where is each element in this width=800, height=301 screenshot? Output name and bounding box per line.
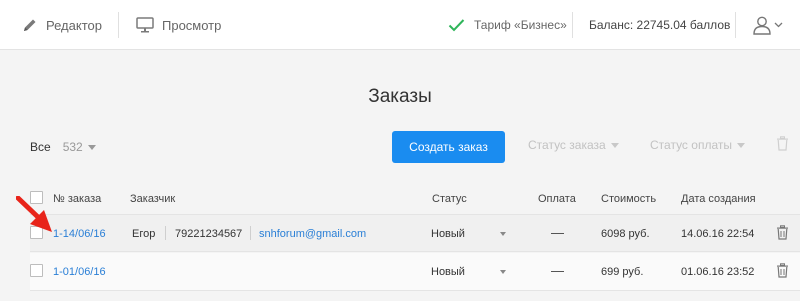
editor-label: Редактор [46, 17, 102, 33]
column-created[interactable]: Дата создания [681, 193, 756, 205]
chevron-down-icon [736, 142, 745, 148]
divider [118, 12, 119, 38]
user-menu[interactable] [752, 0, 783, 50]
order-price: 6098 руб. [601, 228, 650, 240]
table-row[interactable]: 1-14/06/16 Егор 79221234567 snhforum@gma… [30, 214, 800, 252]
divider [165, 226, 166, 240]
order-price: 699 руб. [601, 266, 644, 278]
user-icon [752, 15, 772, 35]
payment-status-dropdown[interactable]: Статус оплаты [650, 138, 745, 152]
table-row[interactable]: 1-01/06/16 Новый 699 руб. 01.06.16 23:52 [30, 253, 800, 291]
order-status-label: Статус заказа [528, 138, 606, 152]
table-header: № заказа Заказчик Статус Оплата Стоимост… [0, 180, 800, 216]
annotation-arrow-icon [15, 195, 58, 241]
column-price[interactable]: Стоимость [601, 193, 656, 205]
editor-button[interactable]: Редактор [22, 0, 102, 50]
order-number-link[interactable]: 1-14/06/16 [53, 228, 106, 240]
column-status[interactable]: Статус [432, 193, 467, 205]
chevron-down-icon [774, 22, 783, 28]
preview-button[interactable]: Просмотр [136, 0, 221, 50]
column-number[interactable]: № заказа [53, 193, 101, 205]
check-icon [448, 18, 465, 32]
customer-name: Егор [132, 228, 156, 240]
payment-status [551, 233, 564, 234]
divider [250, 226, 251, 240]
monitor-icon [136, 17, 154, 33]
divider [735, 12, 736, 38]
preview-label: Просмотр [162, 17, 222, 33]
order-status-dropdown[interactable]: Статус заказа [528, 138, 619, 152]
order-created: 14.06.16 22:54 [681, 228, 755, 240]
trash-icon[interactable] [776, 225, 789, 243]
customer-phone: 79221234567 [175, 228, 243, 240]
all-count: 532 [62, 140, 83, 154]
all-label: Все [30, 140, 51, 154]
payment-status [551, 271, 564, 272]
chevron-down-icon [610, 142, 619, 148]
tariff-link[interactable]: Тариф «Бизнес» [448, 0, 567, 50]
chevron-down-icon [87, 144, 96, 150]
page-title: Заказы [368, 86, 432, 107]
chevron-down-icon[interactable] [500, 270, 506, 274]
order-status[interactable]: Новый [431, 266, 465, 278]
order-created: 01.06.16 23:52 [681, 266, 755, 278]
balance-label: Баланс: 22745.04 баллов [589, 18, 731, 32]
all-orders-filter[interactable]: Все 532 [30, 140, 96, 154]
column-payment[interactable]: Оплата [538, 193, 576, 205]
customer-email[interactable]: snhforum@gmail.com [259, 228, 366, 240]
order-number-link[interactable]: 1-01/06/16 [53, 266, 106, 278]
pencil-icon [22, 17, 38, 33]
trash-icon[interactable] [776, 136, 789, 156]
column-customer[interactable]: Заказчик [130, 193, 175, 205]
chevron-down-icon[interactable] [500, 232, 506, 236]
tariff-label: Тариф «Бизнес» [474, 18, 567, 32]
order-status[interactable]: Новый [431, 228, 465, 240]
top-bar: Редактор Просмотр Тариф «Бизнес» Баланс:… [0, 0, 800, 50]
row-checkbox[interactable] [30, 264, 43, 277]
payment-status-label: Статус оплаты [650, 138, 732, 152]
divider [572, 12, 573, 38]
trash-icon[interactable] [776, 263, 789, 281]
create-order-button[interactable]: Создать заказ [392, 131, 505, 163]
